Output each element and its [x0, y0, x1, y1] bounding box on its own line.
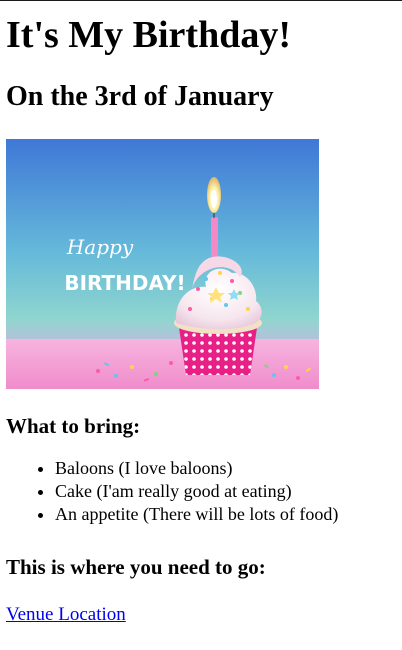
- birthday-cupcake-image: Happy BIRTHDAY!: [6, 139, 319, 389]
- bring-list: Baloons (I love baloons) Cake (I'am real…: [6, 457, 396, 526]
- page: It's My Birthday! On the 3rd of January: [0, 13, 402, 627]
- top-border: [0, 0, 402, 1]
- hero-text-happy: Happy: [66, 235, 134, 259]
- hero-text-birthday: BIRTHDAY!: [64, 271, 185, 295]
- page-title: It's My Birthday!: [6, 14, 291, 56]
- list-item: Baloons (I love baloons): [55, 457, 396, 480]
- list-item: Cake (I'am really good at eating): [55, 480, 396, 503]
- directions-heading: This is where you need to go:: [6, 555, 266, 579]
- bring-heading: What to bring:: [6, 414, 141, 438]
- list-item: An appetite (There will be lots of food): [55, 503, 396, 526]
- venue-location-link[interactable]: Venue Location: [6, 603, 126, 627]
- page-subtitle: On the 3rd of January: [6, 81, 274, 112]
